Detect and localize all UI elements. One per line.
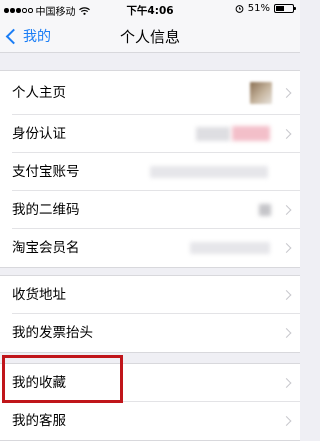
list-item-label: 我的二维码 xyxy=(12,202,80,218)
list-item-alipay-account[interactable]: 支付宝账号 xyxy=(0,153,300,191)
list-item-customer-service[interactable]: 我的客服 xyxy=(0,402,300,440)
blurred-value xyxy=(150,166,268,178)
list-item-label: 我的发票抬头 xyxy=(12,325,93,341)
chevron-right-icon xyxy=(281,243,292,253)
list-item-taobao-name[interactable]: 淘宝会员名 xyxy=(0,229,300,267)
chevron-right-icon xyxy=(281,205,292,215)
chevron-right-icon xyxy=(281,416,292,426)
blurred-value xyxy=(190,242,270,254)
qr-code-icon xyxy=(259,204,271,216)
profile-group: 个人主页 身份认证 支付宝账号 我的二维码 淘宝会员名 xyxy=(0,70,300,268)
list-item-homepage[interactable]: 个人主页 xyxy=(0,71,300,115)
blurred-value xyxy=(196,127,230,141)
battery-icon xyxy=(274,4,296,13)
battery-percent: 51% xyxy=(247,3,270,14)
list-item-label: 收货地址 xyxy=(12,287,66,303)
avatar xyxy=(250,82,272,104)
list-item-shipping-address[interactable]: 收货地址 xyxy=(0,276,300,314)
chevron-right-icon xyxy=(281,129,292,139)
status-right: 51% xyxy=(235,3,296,14)
chevron-right-icon xyxy=(281,328,292,338)
list-item-identity[interactable]: 身份认证 xyxy=(0,115,300,153)
chevron-right-icon xyxy=(281,88,292,98)
chevron-right-icon xyxy=(281,290,292,300)
page-title: 个人信息 xyxy=(119,28,180,46)
address-group: 收货地址 我的发票抬头 xyxy=(0,275,300,353)
list-item-label: 淘宝会员名 xyxy=(12,240,80,256)
battery-fill xyxy=(276,6,285,11)
list-item-label: 身份认证 xyxy=(12,126,66,142)
status-bar: 中国移动 下午4:06 51% xyxy=(0,0,300,20)
list-item-qrcode[interactable]: 我的二维码 xyxy=(0,191,300,229)
nav-bar: 我的 个人信息 xyxy=(0,20,300,53)
list-item-label: 个人主页 xyxy=(12,85,66,101)
chevron-right-icon xyxy=(281,378,292,388)
alarm-icon xyxy=(235,5,244,13)
list-item-label: 支付宝账号 xyxy=(12,164,80,180)
blurred-badge xyxy=(232,126,270,141)
list-item-label: 我的客服 xyxy=(12,413,66,429)
list-item-invoice-title[interactable]: 我的发票抬头 xyxy=(0,314,300,352)
highlight-annotation xyxy=(2,355,123,403)
